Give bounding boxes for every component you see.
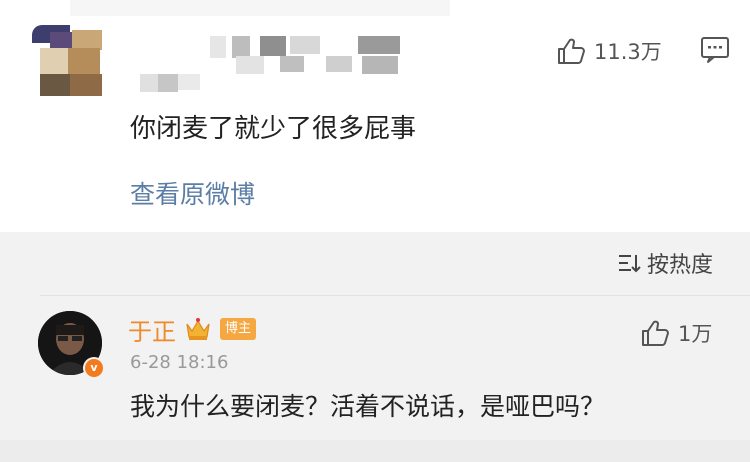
post-like-count: 11.3万 <box>594 40 662 64</box>
reply-timestamp: 6-28 18:16 <box>130 352 229 373</box>
original-poster-avatar[interactable] <box>32 20 102 96</box>
view-original-link[interactable]: 查看原微博 <box>130 175 255 211</box>
reply-like-count: 1万 <box>678 322 713 346</box>
blurred-username <box>140 28 410 98</box>
sort-by-hotness-button[interactable]: 按热度 <box>617 248 713 278</box>
comment-icon[interactable] <box>700 36 730 64</box>
verified-icon: v <box>83 357 105 379</box>
reply-author-row: 于正 博主 <box>128 312 257 347</box>
sort-label: 按热度 <box>647 253 714 278</box>
post-like-button[interactable]: 11.3万 <box>556 34 662 68</box>
thumbs-up-icon <box>642 320 669 346</box>
host-badge: 博主 <box>220 318 257 340</box>
reply-author-name[interactable]: 于正 <box>128 312 176 347</box>
top-strip <box>70 0 450 16</box>
reply-text: 我为什么要闭麦？活着不说话，是哑巴吗？ <box>130 392 606 421</box>
sort-icon <box>619 255 641 273</box>
thumbs-up-icon <box>558 38 585 64</box>
post-text: 你闭麦了就少了很多屁事 <box>130 114 417 144</box>
crown-icon <box>186 318 210 340</box>
divider <box>40 295 750 296</box>
reply-like-button[interactable]: 1万 <box>640 316 712 350</box>
bottom-strip <box>0 440 750 462</box>
